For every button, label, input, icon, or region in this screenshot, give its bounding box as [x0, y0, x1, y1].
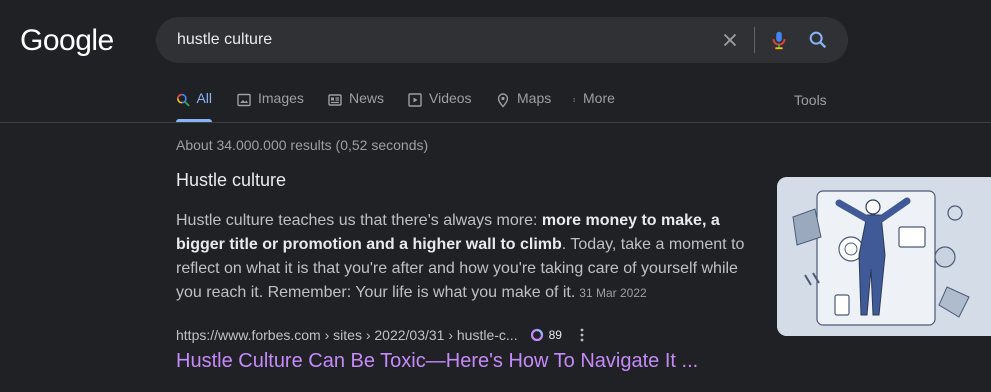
- featured-snippet-text: Hustle culture teaches us that there's a…: [176, 209, 756, 305]
- image-icon: [237, 93, 251, 107]
- snippet-text-start: Hustle culture teaches us that there's a…: [176, 212, 542, 229]
- result-url[interactable]: https://www.forbes.com › sites › 2022/03…: [176, 327, 518, 343]
- tools-button[interactable]: Tools: [794, 92, 827, 108]
- person-lying-illustration: [777, 177, 991, 336]
- perspective-ring-icon: [530, 328, 543, 342]
- featured-snippet-heading: Hustle culture: [176, 170, 287, 190]
- featured-snippet-image[interactable]: [777, 177, 991, 336]
- map-pin-icon: [497, 93, 509, 108]
- result-title-link[interactable]: Hustle Culture Can Be Toxic—Here's How T…: [176, 350, 698, 373]
- search-multicolor-icon: [176, 93, 190, 107]
- search-box[interactable]: hustle culture: [156, 17, 848, 63]
- microphone-icon[interactable]: [768, 28, 790, 52]
- search-input[interactable]: hustle culture: [177, 31, 272, 49]
- tab-all[interactable]: All: [176, 90, 212, 122]
- tab-all-label: All: [196, 90, 212, 106]
- search-icon[interactable]: [807, 29, 829, 51]
- tab-news-label: News: [349, 90, 385, 106]
- tab-maps-label: Maps: [517, 90, 552, 106]
- video-icon: [408, 93, 422, 107]
- tab-videos[interactable]: Videos: [407, 90, 472, 122]
- clear-icon[interactable]: [719, 29, 741, 51]
- result-count-badge: 89: [548, 328, 562, 342]
- tab-news[interactable]: News: [327, 90, 384, 122]
- search-divider: [754, 27, 755, 53]
- tab-images-label: Images: [258, 90, 304, 106]
- tab-images[interactable]: Images: [236, 90, 304, 122]
- tab-maps[interactable]: Maps: [495, 90, 551, 122]
- result-stats: About 34.000.000 results (0,52 seconds): [176, 137, 429, 153]
- tab-more[interactable]: More: [573, 90, 615, 122]
- news-icon: [328, 94, 342, 106]
- more-vert-icon: [573, 97, 575, 103]
- tab-more-label: More: [583, 90, 615, 106]
- google-logo[interactable]: Google: [20, 24, 114, 58]
- tab-videos-label: Videos: [429, 90, 472, 106]
- more-options-icon[interactable]: [580, 328, 584, 342]
- snippet-date: 31 Mar 2022: [579, 286, 647, 300]
- tabs-divider: [0, 122, 991, 123]
- result-citation[interactable]: https://www.forbes.com › sites › 2022/03…: [176, 327, 584, 343]
